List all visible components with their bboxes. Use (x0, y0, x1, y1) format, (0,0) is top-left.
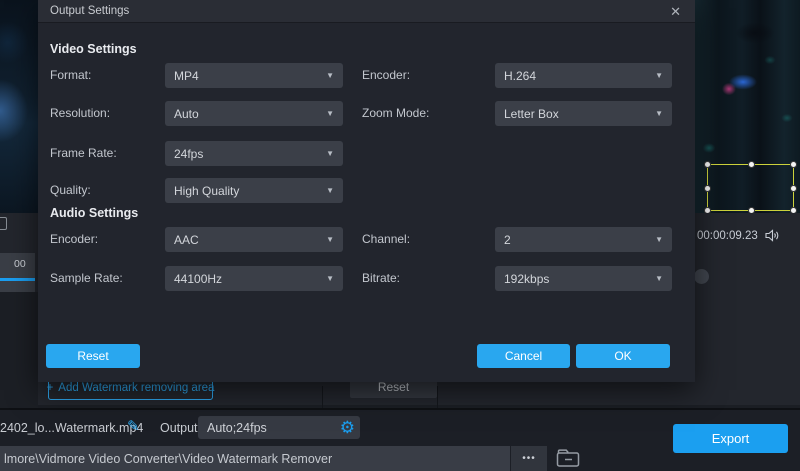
chevron-down-icon: ▼ (326, 235, 334, 244)
sample-rate-label: Sample Rate: (50, 266, 123, 291)
edit-pencil-icon[interactable]: ✎ (127, 417, 140, 435)
channel-dropdown[interactable]: 2 ▼ (495, 227, 672, 252)
chevron-down-icon: ▼ (655, 71, 663, 80)
encoder-label: Encoder: (362, 63, 410, 88)
resize-handle[interactable] (790, 185, 797, 192)
chevron-down-icon: ▼ (326, 149, 334, 158)
export-button[interactable]: Export (673, 424, 788, 453)
watermark-selection-rect[interactable] (707, 164, 794, 211)
audio-encoder-value: AAC (174, 233, 199, 247)
file-name: 2402_lo...Watermark.mp4 (0, 421, 143, 435)
audio-encoder-dropdown[interactable]: AAC ▼ (165, 227, 343, 252)
zoom-mode-value: Letter Box (504, 107, 559, 121)
resize-handle[interactable] (790, 161, 797, 168)
resize-handle[interactable] (704, 185, 711, 192)
dialog-title: Output Settings (50, 0, 129, 23)
format-label: Format: (50, 63, 91, 88)
chevron-down-icon: ▼ (326, 274, 334, 283)
playback-time: 00:00:09.23 (697, 229, 780, 242)
output-row: 2402_lo...Watermark.mp4 ✎ Output: Auto;2… (0, 410, 800, 471)
close-icon[interactable]: ✕ (670, 0, 681, 23)
fullscreen-icon[interactable] (0, 217, 7, 230)
encoder-value: H.264 (504, 69, 536, 83)
quality-value: High Quality (174, 184, 239, 198)
audio-encoder-label: Encoder: (50, 227, 98, 252)
save-path-bar[interactable]: lmore\Vidmore Video Converter\Video Wate… (0, 446, 510, 471)
output-format-field[interactable]: Auto;24fps ⚙ (198, 416, 360, 439)
quality-dropdown[interactable]: High Quality ▼ (165, 178, 343, 203)
format-dropdown[interactable]: MP4 ▼ (165, 63, 343, 88)
chevron-down-icon: ▼ (655, 274, 663, 283)
channel-value: 2 (504, 233, 511, 247)
panel-divider (437, 386, 438, 408)
channel-label: Channel: (362, 227, 410, 252)
frame-rate-value: 24fps (174, 147, 203, 161)
add-watermark-area-label: Add Watermark removing area (58, 382, 214, 394)
sample-rate-value: 44100Hz (174, 272, 222, 286)
plus-icon: + (47, 382, 54, 394)
ok-button[interactable]: OK (576, 344, 670, 368)
timeline-panel (0, 292, 38, 410)
timeline-thumbnail[interactable]: 00 (0, 253, 35, 292)
chevron-down-icon: ▼ (326, 109, 334, 118)
open-folder-button[interactable] (556, 448, 582, 468)
dialog-header: Output Settings ✕ (38, 0, 695, 23)
chevron-down-icon: ▼ (326, 186, 334, 195)
format-value: MP4 (174, 69, 199, 83)
resolution-dropdown[interactable]: Auto ▼ (165, 101, 343, 126)
frame-rate-dropdown[interactable]: 24fps ▼ (165, 141, 343, 166)
bitrate-dropdown[interactable]: 192kbps ▼ (495, 266, 672, 291)
resize-handle[interactable] (704, 161, 711, 168)
encoder-dropdown[interactable]: H.264 ▼ (495, 63, 672, 88)
audio-settings-heading: Audio Settings (50, 206, 138, 220)
output-label: Output: (160, 421, 201, 435)
speaker-icon[interactable] (765, 229, 780, 242)
sample-rate-dropdown[interactable]: 44100Hz ▼ (165, 266, 343, 291)
zoom-mode-dropdown[interactable]: Letter Box ▼ (495, 101, 672, 126)
reset-button[interactable]: Reset (46, 344, 140, 368)
app-window: 00:00:09.23 00 + Add Watermark removing … (0, 0, 800, 471)
timeline-progress-bar (0, 278, 35, 281)
frame-rate-label: Frame Rate: (50, 141, 117, 166)
video-preview-right (695, 0, 800, 213)
folder-icon (556, 448, 582, 468)
video-preview-left (0, 0, 38, 213)
output-format-value: Auto;24fps (207, 421, 267, 435)
timeline-time-label: 00 (14, 258, 26, 270)
resolution-label: Resolution: (50, 101, 110, 126)
chevron-down-icon: ▼ (655, 235, 663, 244)
chevron-down-icon: ▼ (655, 109, 663, 118)
quality-label: Quality: (50, 178, 91, 203)
resolution-value: Auto (174, 107, 199, 121)
cancel-button[interactable]: Cancel (477, 344, 570, 368)
bitrate-value: 192kbps (504, 272, 549, 286)
gear-icon[interactable]: ⚙ (340, 416, 355, 439)
output-settings-dialog: Output Settings ✕ Video Settings Format:… (38, 0, 695, 382)
panel-divider (322, 386, 323, 408)
resize-handle[interactable] (748, 161, 755, 168)
timestamp-text: 00:00:09.23 (697, 230, 758, 242)
browse-path-button[interactable]: ••• (511, 446, 547, 471)
chevron-down-icon: ▼ (326, 71, 334, 80)
bitrate-label: Bitrate: (362, 266, 400, 291)
save-path-text: lmore\Vidmore Video Converter\Video Wate… (4, 452, 332, 466)
video-settings-heading: Video Settings (50, 42, 137, 56)
zoom-mode-label: Zoom Mode: (362, 101, 429, 126)
volume-slider-knob[interactable] (694, 269, 709, 284)
